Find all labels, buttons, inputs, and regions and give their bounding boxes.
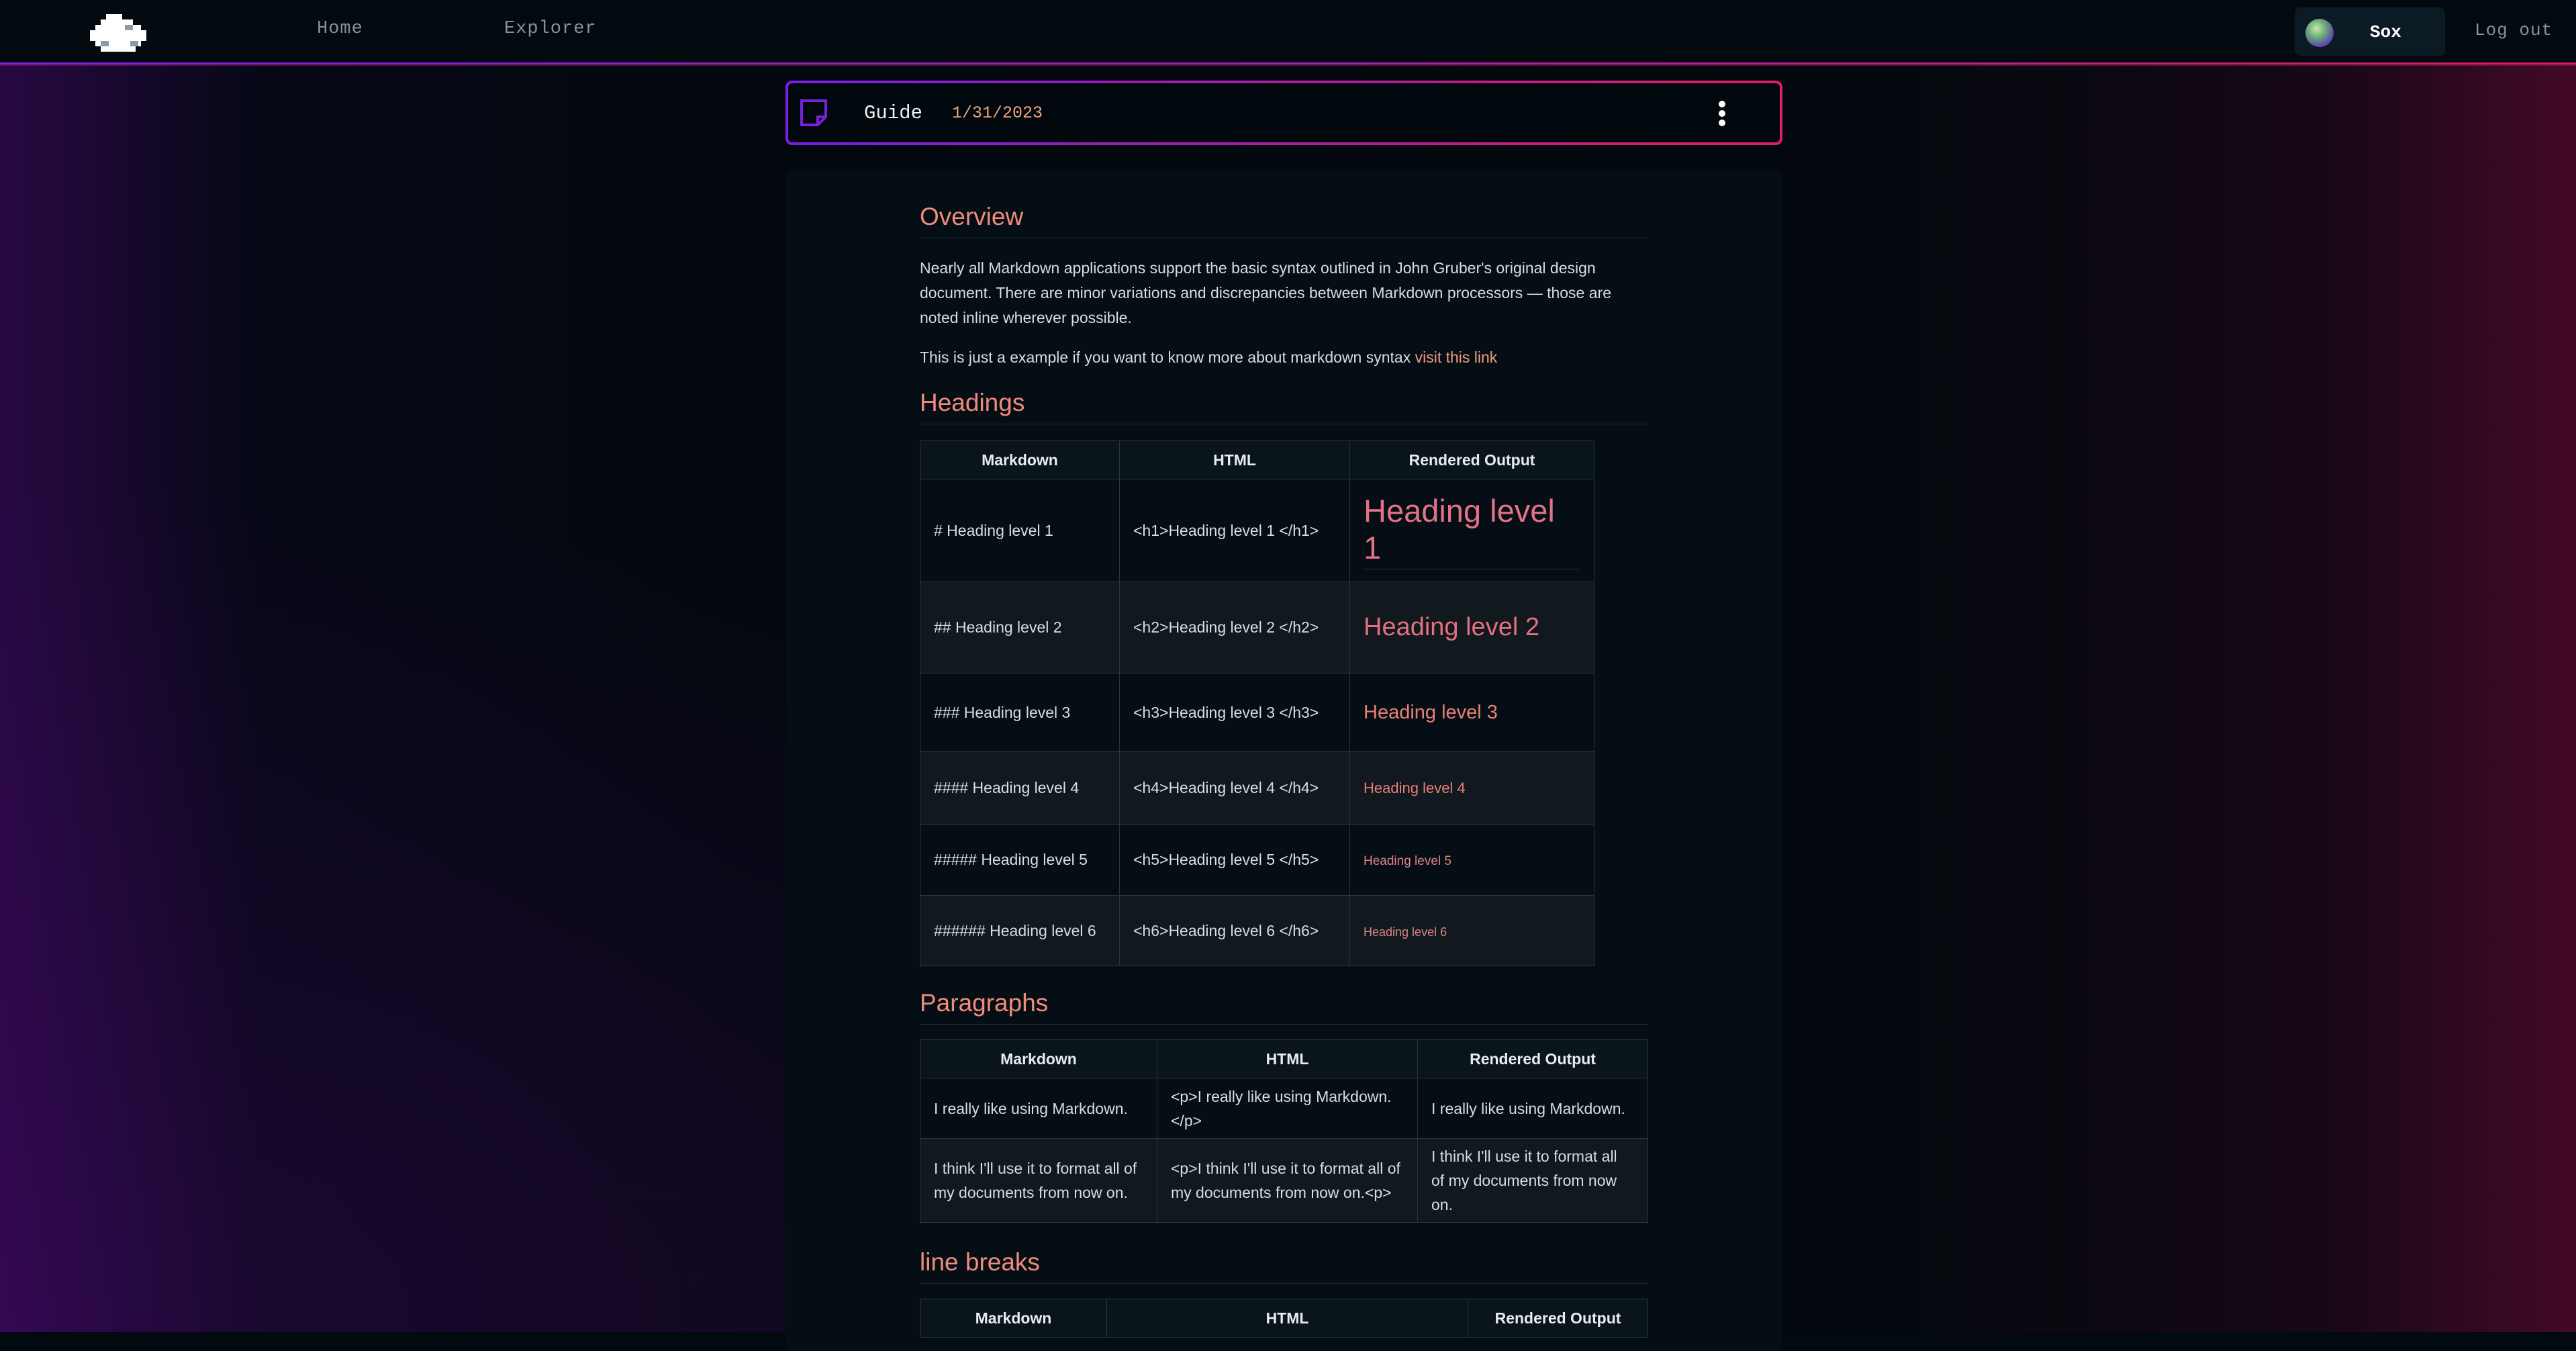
rendered-heading-5: Heading level 5 xyxy=(1364,854,1451,868)
table-cell: I think I'll use it to format all of my … xyxy=(920,1138,1157,1223)
overview-paragraph: Nearly all Markdown applications support… xyxy=(920,259,1611,326)
table-cell: ##### Heading level 5 xyxy=(920,824,1120,896)
avatar xyxy=(2305,19,2334,47)
nav-home-link[interactable]: Home xyxy=(317,19,363,39)
column-header: Rendered Output xyxy=(1349,440,1594,479)
user-profile-button[interactable]: Sox xyxy=(2295,7,2445,56)
kebab-menu-icon[interactable] xyxy=(1717,101,1727,128)
content-panel: Overview Nearly all Markdown application… xyxy=(785,169,1782,1351)
table-cell: I really like using Markdown. xyxy=(920,1078,1157,1139)
table-row: ##### Heading level 5 <h5>Heading level … xyxy=(920,824,1594,896)
user-name: Sox xyxy=(2370,22,2401,42)
table-cell: Heading level 5 xyxy=(1349,824,1594,896)
table-cell: Heading level 4 xyxy=(1349,751,1594,825)
section-heading-headings: Headings xyxy=(920,389,1648,424)
top-nav-bar: Home Explorer Sox Log out xyxy=(0,0,2576,64)
table-row: # Heading level 1 <h1>Heading level 1 </… xyxy=(920,479,1594,582)
table-cell: <h2>Heading level 2 </h2> xyxy=(1119,581,1350,673)
nav-explorer-link[interactable]: Explorer xyxy=(504,19,597,39)
table-cell: ###### Heading level 6 xyxy=(920,895,1120,966)
table-row: I really like using Markdown. <p>I reall… xyxy=(920,1078,1648,1139)
section-heading-paragraphs: Paragraphs xyxy=(920,989,1648,1025)
table-cell: ## Heading level 2 xyxy=(920,581,1120,673)
table-cell: I really like using Markdown. xyxy=(1417,1078,1648,1139)
headings-table: Markdown HTML Rendered Output # Heading … xyxy=(920,440,1594,966)
table-row: ###### Heading level 6 <h6>Heading level… xyxy=(920,895,1594,966)
table-row: #### Heading level 4 <h4>Heading level 4… xyxy=(920,751,1594,825)
column-header: Markdown xyxy=(920,440,1120,479)
table-cell: Heading level 3 xyxy=(1349,673,1594,752)
column-header: Rendered Output xyxy=(1417,1039,1648,1078)
table-cell: Heading level 2 xyxy=(1349,581,1594,673)
table-header-row: Markdown HTML Rendered Output xyxy=(920,1299,1648,1338)
table-cell: # Heading level 1 xyxy=(920,479,1120,582)
visit-link[interactable]: visit this link xyxy=(1415,348,1498,366)
table-cell: <p>I really like using Markdown.</p> xyxy=(1157,1078,1418,1139)
table-header-row: Markdown HTML Rendered Output xyxy=(920,440,1594,479)
table-header-row: Markdown HTML Rendered Output xyxy=(920,1039,1648,1078)
nav-divider xyxy=(0,62,2576,64)
markdown-content: Overview Nearly all Markdown application… xyxy=(920,203,1648,1338)
column-header: HTML xyxy=(1157,1039,1418,1078)
table-cell: I think I'll use it to format all of my … xyxy=(1417,1138,1648,1223)
column-header: HTML xyxy=(1106,1299,1468,1338)
table-cell: <h4>Heading level 4 </h4> xyxy=(1119,751,1350,825)
table-cell: ### Heading level 3 xyxy=(920,673,1120,752)
note-icon xyxy=(800,99,827,126)
table-row: I think I'll use it to format all of my … xyxy=(920,1138,1648,1223)
rendered-heading-1: Heading level 1 xyxy=(1364,492,1580,569)
section-heading-overview: Overview xyxy=(920,203,1648,238)
document-date: 1/31/2023 xyxy=(952,103,1043,123)
rendered-heading-6: Heading level 6 xyxy=(1364,925,1447,939)
table-cell: <h5>Heading level 5 </h5> xyxy=(1119,824,1350,896)
table-row: ## Heading level 2 <h2>Heading level 2 <… xyxy=(920,581,1594,673)
rendered-heading-4: Heading level 4 xyxy=(1364,780,1466,796)
table-cell: #### Heading level 4 xyxy=(920,751,1120,825)
table-cell: <p>I think I'll use it to format all of … xyxy=(1157,1138,1418,1223)
column-header: Markdown xyxy=(920,1299,1107,1338)
table-cell: <h3>Heading level 3 </h3> xyxy=(1119,673,1350,752)
table-cell: <h6>Heading level 6 </h6> xyxy=(1119,895,1350,966)
cloud-logo-icon[interactable] xyxy=(90,13,146,52)
column-header: Markdown xyxy=(920,1039,1157,1078)
column-header: HTML xyxy=(1119,440,1350,479)
rendered-heading-3: Heading level 3 xyxy=(1364,701,1498,723)
overview-link-text: This is just a example if you want to kn… xyxy=(920,348,1415,366)
document-header: Guide 1/31/2023 xyxy=(785,81,1782,145)
logout-button[interactable]: Log out xyxy=(2475,20,2553,40)
rendered-heading-2: Heading level 2 xyxy=(1364,613,1539,641)
table-cell: Heading level 1 xyxy=(1349,479,1594,582)
overview-link-paragraph: This is just a example if you want to kn… xyxy=(920,345,1648,370)
paragraphs-table: Markdown HTML Rendered Output I really l… xyxy=(920,1039,1648,1223)
table-cell: Heading level 6 xyxy=(1349,895,1594,966)
table-cell: <h1>Heading level 1 </h1> xyxy=(1119,479,1350,582)
column-header: Rendered Output xyxy=(1468,1299,1648,1338)
section-heading-line-breaks: line breaks xyxy=(920,1248,1648,1284)
table-row: ### Heading level 3 <h3>Heading level 3 … xyxy=(920,673,1594,752)
line-breaks-table: Markdown HTML Rendered Output xyxy=(920,1299,1648,1338)
document-title: Guide xyxy=(864,102,923,124)
